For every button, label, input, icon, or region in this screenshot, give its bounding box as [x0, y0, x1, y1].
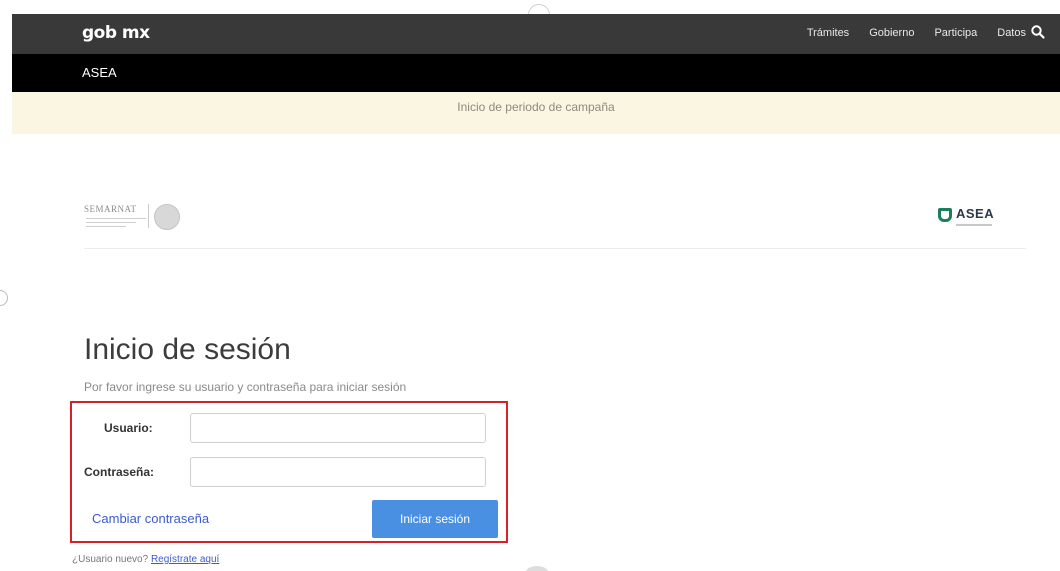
asea-logo-text: ASEA — [956, 206, 995, 221]
notice-banner: Inicio de periodo de campaña — [12, 92, 1060, 134]
search-icon[interactable] — [1030, 24, 1046, 40]
nav-item-gobierno[interactable]: Gobierno — [869, 27, 914, 39]
register-text: ¿Usuario nuevo? — [72, 554, 149, 565]
password-label: Contraseña: — [84, 465, 155, 479]
username-input[interactable] — [190, 413, 486, 443]
semarnat-logo-lines — [86, 218, 146, 230]
decorative-dot — [526, 566, 548, 571]
top-navbar: gob mx Trámites Gobierno Participa Datos — [12, 14, 1060, 54]
register-link[interactable]: Regístrate aquí — [151, 554, 219, 565]
banner-text: Inicio de periodo de campaña — [457, 100, 615, 114]
institution-logos: SEMARNAT ASEA — [84, 200, 1026, 249]
register-prompt: ¿Usuario nuevo? Regístrate aquí — [72, 554, 219, 565]
main-nav: Trámites Gobierno Participa Datos — [787, 27, 1026, 39]
login-button[interactable]: Iniciar sesión — [372, 500, 498, 538]
page-title: Inicio de sesión — [84, 333, 291, 366]
asea-logo: ASEA — [938, 204, 1008, 234]
decorative-dot — [0, 290, 8, 306]
page: gob mx Trámites Gobierno Participa Datos… — [0, 0, 1060, 571]
password-input[interactable] — [190, 457, 486, 487]
national-seal-icon — [154, 204, 180, 230]
shield-icon — [938, 208, 952, 222]
username-label: Usuario: — [104, 421, 153, 435]
nav-item-tramites[interactable]: Trámites — [807, 27, 849, 39]
login-form: Usuario: Contraseña: Cambiar contraseña … — [70, 401, 508, 543]
agency-name[interactable]: ASEA — [82, 65, 117, 80]
nav-item-participa[interactable]: Participa — [934, 27, 977, 39]
gobmx-logo[interactable]: gob mx — [82, 23, 150, 43]
nav-item-datos[interactable]: Datos — [997, 27, 1026, 39]
logo-divider — [148, 204, 149, 228]
agency-bar: ASEA — [12, 54, 1060, 92]
asea-logo-subline — [956, 224, 992, 226]
page-subtitle: Por favor ingrese su usuario y contraseñ… — [84, 380, 407, 394]
semarnat-logo: SEMARNAT — [84, 204, 137, 214]
change-password-link[interactable]: Cambiar contraseña — [92, 511, 209, 526]
